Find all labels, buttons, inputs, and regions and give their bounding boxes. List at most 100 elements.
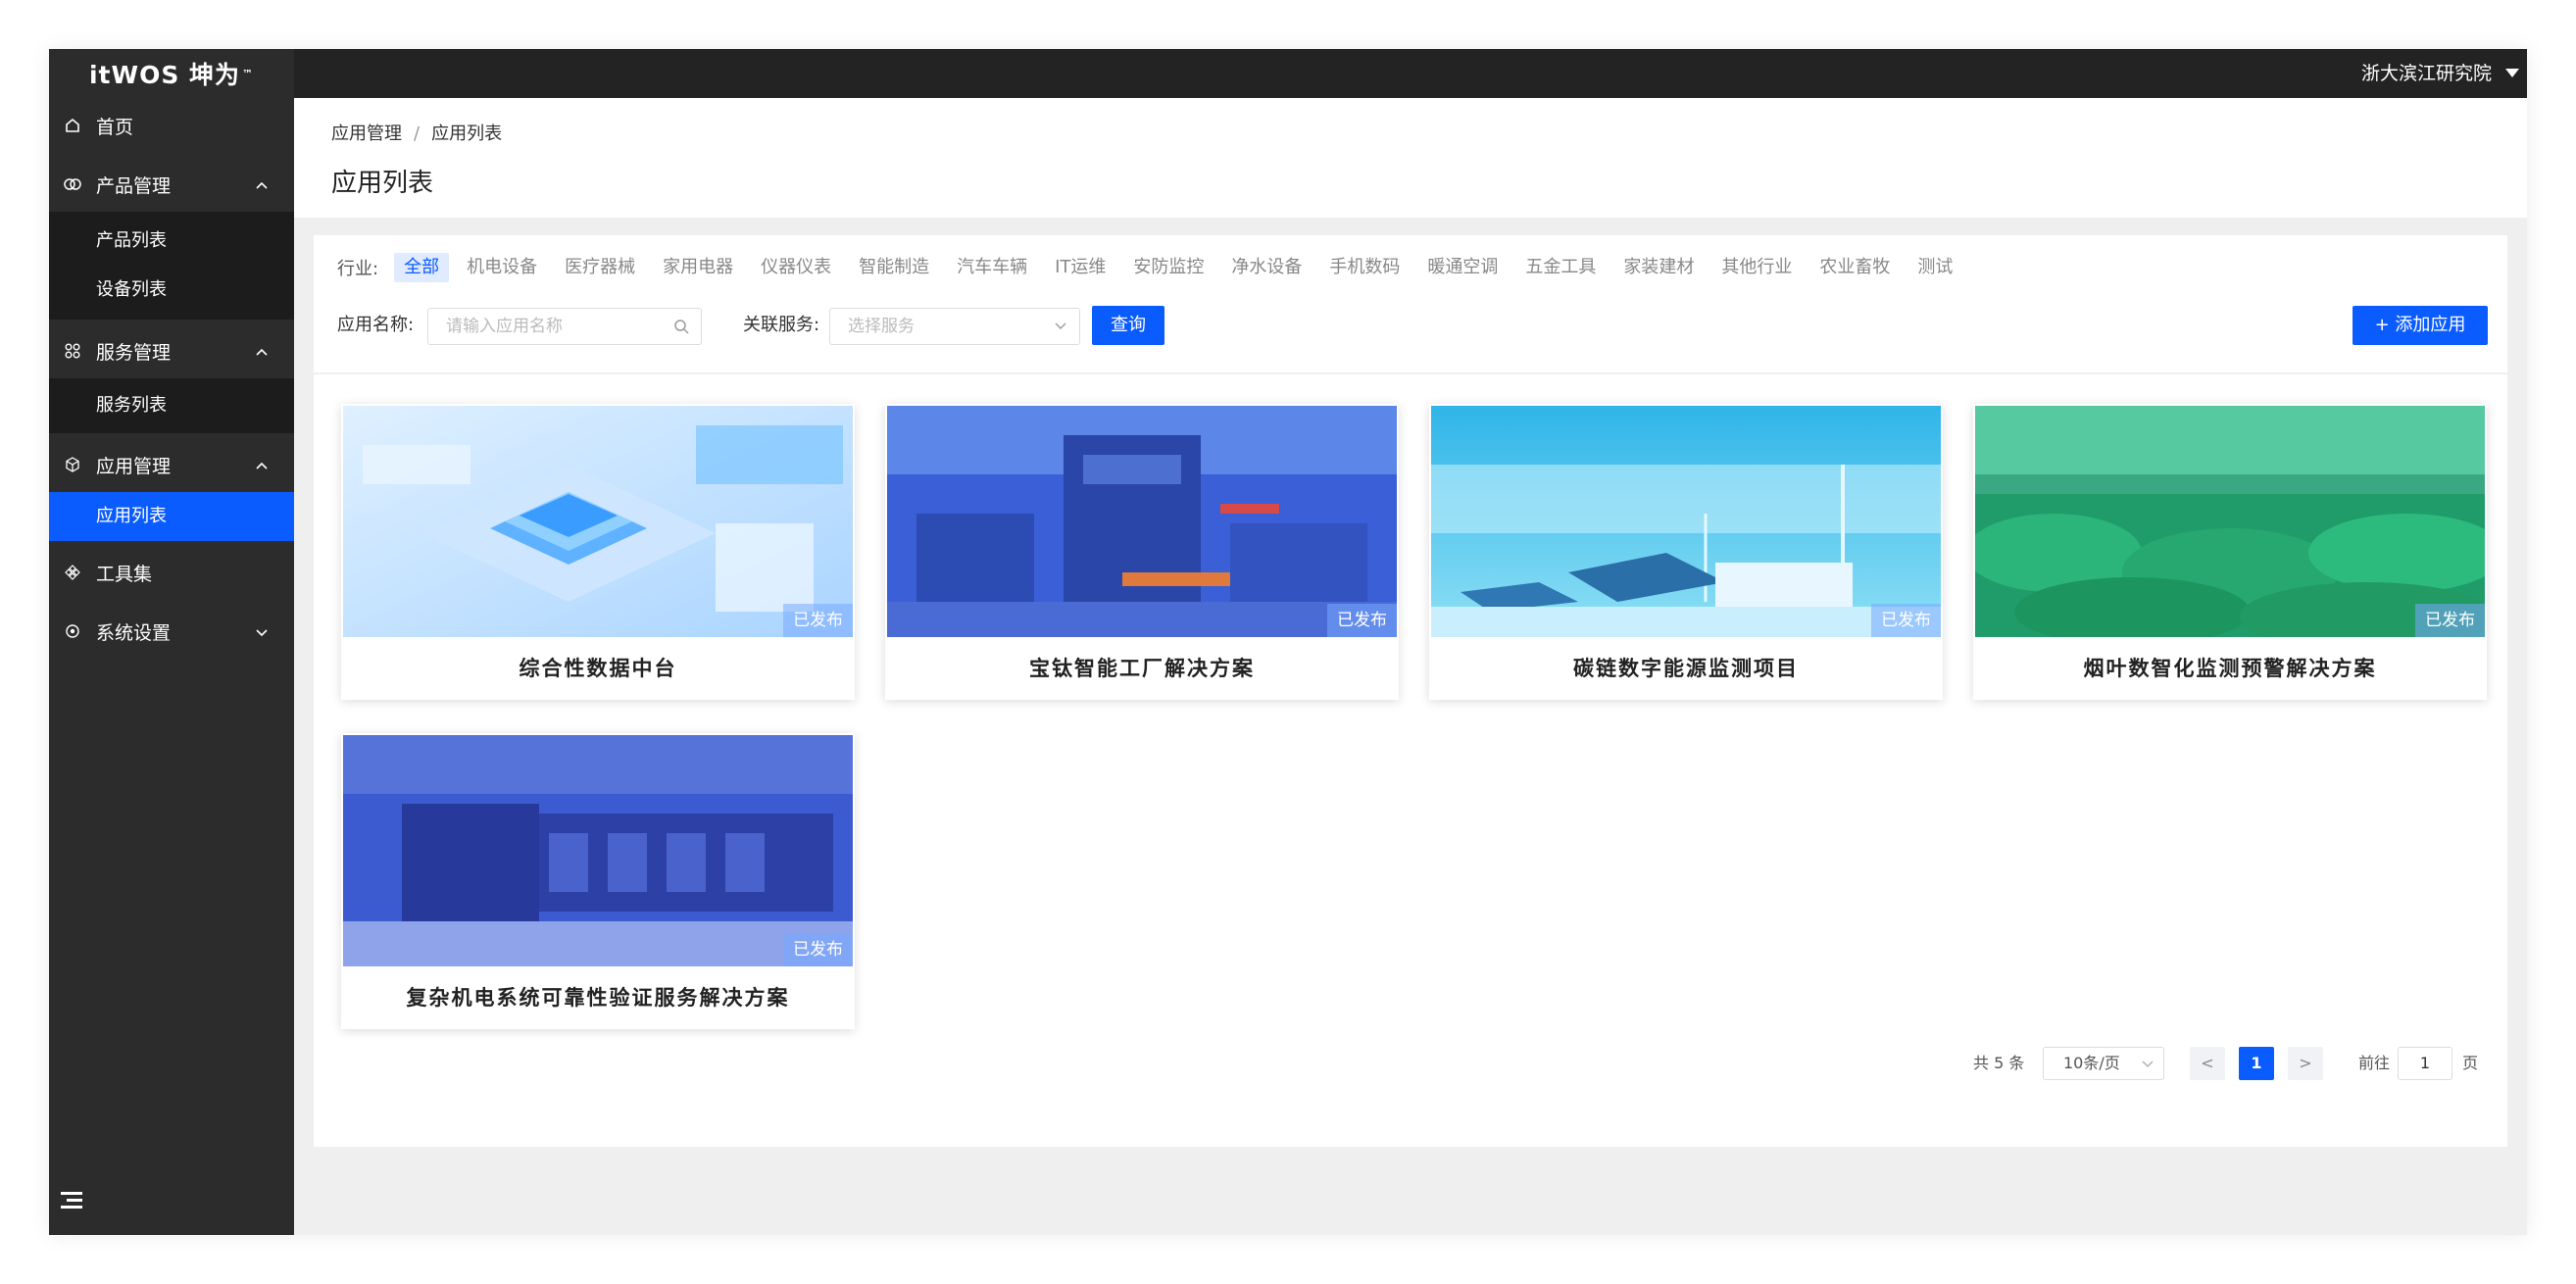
- card-image: 已发布: [887, 406, 1397, 637]
- sidebar-item-device-list[interactable]: 设备列表: [49, 266, 294, 315]
- grid-icon: [63, 341, 82, 361]
- top-bar: itWOS 坤为 ™ 浙大滨江研究院: [49, 49, 2527, 98]
- industry-label: 行业:: [337, 259, 379, 279]
- chevron-up-icon: [255, 456, 269, 474]
- card-image: 已发布: [343, 735, 853, 966]
- sidebar-group-label: 产品管理: [96, 174, 172, 197]
- app-card[interactable]: 已发布 综合性数据中台: [341, 404, 855, 700]
- service-placeholder: 选择服务: [848, 317, 915, 336]
- industry-tag[interactable]: 医疗器械: [555, 253, 645, 282]
- product-icon: [63, 174, 82, 194]
- industry-tag[interactable]: 手机数码: [1319, 253, 1410, 282]
- status-badge: 已发布: [1327, 604, 1397, 637]
- industry-tag[interactable]: 家用电器: [653, 253, 743, 282]
- app-card[interactable]: 已发布 复杂机电系统可靠性验证服务解决方案: [341, 733, 855, 1029]
- sidebar-item-label: 首页: [96, 116, 134, 138]
- sidebar-item-service-list[interactable]: 服务列表: [49, 381, 294, 430]
- card-title: 综合性数据中台: [519, 657, 677, 680]
- filter-row: 应用名称: 请输入应用名称 关联服务: 选择服务 查询 + 添加应用: [337, 306, 2488, 345]
- tools-icon: [63, 563, 82, 582]
- logo-text: itWOS 坤为: [88, 61, 241, 89]
- chevron-up-icon: [255, 342, 269, 361]
- sidebar-group-label: 系统设置: [96, 621, 172, 644]
- logo[interactable]: itWOS 坤为 ™: [49, 49, 294, 98]
- breadcrumb: 应用管理 / 应用列表: [331, 120, 502, 145]
- query-button[interactable]: 查询: [1092, 306, 1164, 345]
- industry-filter: 行业: 全部 机电设备 医疗器械 家用电器 仪器仪表 智能制造 汽车车辆 IT运…: [337, 253, 1970, 282]
- card-title: 复杂机电系统可靠性验证服务解决方案: [406, 986, 790, 1010]
- industry-tag[interactable]: 净水设备: [1221, 253, 1312, 282]
- sidebar-group-label: 服务管理: [96, 341, 172, 364]
- home-icon: [63, 116, 82, 135]
- sidebar-group-product[interactable]: 产品管理: [49, 157, 294, 212]
- industry-tag[interactable]: 暖通空调: [1417, 253, 1508, 282]
- status-badge: 已发布: [783, 933, 853, 966]
- app-name-placeholder: 请输入应用名称: [446, 317, 563, 336]
- sidebar-submenu-product: 产品列表 设备列表: [49, 212, 294, 320]
- sidebar-group-label: 应用管理: [96, 455, 172, 477]
- app-card[interactable]: 已发布 烟叶数智化监测预警解决方案: [1973, 404, 2487, 700]
- sidebar-submenu-app: 应用列表: [49, 492, 294, 541]
- sidebar-group-service[interactable]: 服务管理: [49, 323, 294, 378]
- card-title: 碳链数字能源监测项目: [1573, 657, 1799, 680]
- page-number[interactable]: 1: [2239, 1047, 2274, 1080]
- add-app-button[interactable]: + 添加应用: [2353, 306, 2488, 345]
- search-icon: [673, 309, 689, 347]
- app-card[interactable]: 已发布 宝钛智能工厂解决方案: [885, 404, 1399, 700]
- next-page-button[interactable]: >: [2288, 1047, 2323, 1080]
- sidebar-item-home[interactable]: 首页: [49, 98, 294, 153]
- goto-page-input[interactable]: 1: [2398, 1047, 2452, 1080]
- breadcrumb-parent[interactable]: 应用管理: [331, 123, 402, 144]
- industry-tag[interactable]: 全部: [394, 253, 450, 282]
- card-title: 宝钛智能工厂解决方案: [1029, 657, 1255, 680]
- sidebar-group-settings[interactable]: 系统设置: [49, 604, 294, 659]
- goto-label: 前往: [2358, 1054, 2391, 1072]
- chevron-down-icon: [2142, 1048, 2154, 1079]
- status-badge: 已发布: [2415, 604, 2485, 637]
- industry-tag[interactable]: 其他行业: [1711, 253, 1802, 282]
- sidebar-item-tools[interactable]: 工具集: [49, 545, 294, 600]
- content-panel: 行业: 全部 机电设备 医疗器械 家用电器 仪器仪表 智能制造 汽车车辆 IT运…: [314, 235, 2507, 1147]
- pagination: 共 5 条 10条/页 < 1 > 前往 1 页: [314, 1045, 2507, 1082]
- service-select[interactable]: 选择服务: [829, 308, 1080, 345]
- collapse-menu-icon[interactable]: [61, 1190, 86, 1211]
- card-image: 已发布: [343, 406, 853, 637]
- breadcrumb-current: 应用列表: [431, 123, 503, 144]
- card-title: 烟叶数智化监测预警解决方案: [2083, 657, 2377, 680]
- card-image: 已发布: [1975, 406, 2485, 637]
- chevron-up-icon: [255, 175, 269, 194]
- divider: [314, 372, 2507, 374]
- chevron-down-icon: [255, 622, 269, 641]
- breadcrumb-separator: /: [414, 123, 421, 144]
- prev-page-button[interactable]: <: [2190, 1047, 2225, 1080]
- industry-tag[interactable]: 机电设备: [457, 253, 547, 282]
- industry-tag[interactable]: 家装建材: [1613, 253, 1704, 282]
- sidebar-item-app-list[interactable]: 应用列表: [49, 492, 294, 541]
- status-badge: 已发布: [783, 604, 853, 637]
- org-selector[interactable]: 浙大滨江研究院: [2361, 49, 2492, 98]
- status-badge: 已发布: [1871, 604, 1941, 637]
- pagination-total: 共 5 条: [1973, 1054, 2025, 1072]
- sidebar-item-product-list[interactable]: 产品列表: [49, 217, 294, 266]
- app-name-label: 应用名称:: [337, 315, 415, 335]
- app-window: itWOS 坤为 ™ 浙大滨江研究院 首页 产品管理 产品列表 设备列表 服务管…: [49, 49, 2527, 1235]
- logo-trademark: ™: [242, 67, 255, 80]
- page-size-value: 10条/页: [2063, 1054, 2120, 1072]
- app-name-input[interactable]: 请输入应用名称: [427, 308, 702, 345]
- industry-tag[interactable]: IT运维: [1045, 253, 1115, 282]
- industry-tag[interactable]: 智能制造: [849, 253, 939, 282]
- caret-down-icon[interactable]: [2505, 69, 2519, 77]
- settings-icon: [63, 621, 82, 641]
- industry-tag[interactable]: 汽车车辆: [947, 253, 1037, 282]
- industry-tag[interactable]: 仪器仪表: [751, 253, 841, 282]
- industry-tag[interactable]: 安防监控: [1123, 253, 1214, 282]
- page-title: 应用列表: [331, 169, 434, 198]
- app-card[interactable]: 已发布 碳链数字能源监测项目: [1429, 404, 1943, 700]
- card-image: 已发布: [1431, 406, 1941, 637]
- industry-tag[interactable]: 测试: [1907, 253, 1962, 282]
- sidebar-item-label: 工具集: [96, 563, 153, 585]
- sidebar-group-app[interactable]: 应用管理: [49, 437, 294, 492]
- page-size-select[interactable]: 10条/页: [2043, 1047, 2164, 1080]
- industry-tag[interactable]: 五金工具: [1515, 253, 1606, 282]
- industry-tag[interactable]: 农业畜牧: [1809, 253, 1900, 282]
